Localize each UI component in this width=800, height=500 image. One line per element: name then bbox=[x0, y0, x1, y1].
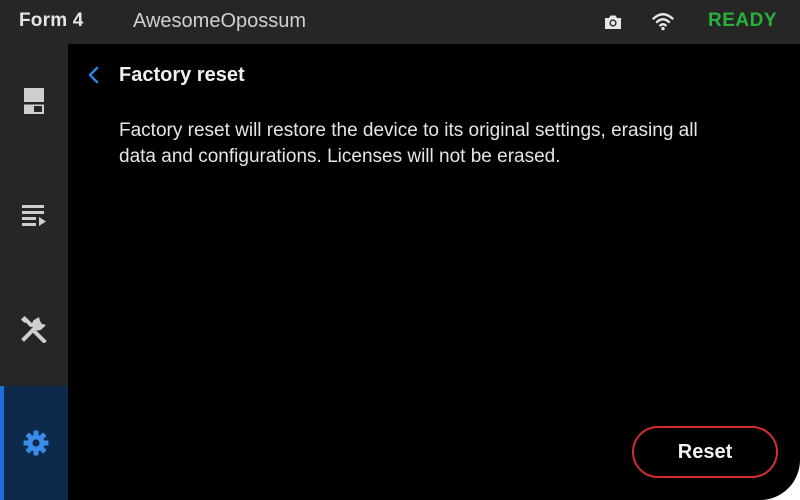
sidebar bbox=[0, 44, 68, 500]
status-bar: Form 4 AwesomeOpossum READY bbox=[0, 0, 800, 44]
sidebar-item-settings[interactable] bbox=[0, 386, 68, 500]
page-title: Factory reset bbox=[119, 64, 245, 86]
printer-model: Form 4 bbox=[19, 10, 84, 31]
camera-icon[interactable] bbox=[603, 12, 623, 32]
sidebar-item-tools[interactable] bbox=[0, 272, 68, 386]
sidebar-item-printer[interactable] bbox=[0, 44, 68, 158]
sidebar-item-queue[interactable] bbox=[0, 158, 68, 272]
reset-button[interactable]: Reset bbox=[632, 426, 778, 478]
main-content: Factory reset Factory reset will restore… bbox=[68, 44, 800, 500]
reset-description: Factory reset will restore the device to… bbox=[119, 120, 698, 167]
status-badge: READY bbox=[708, 10, 778, 31]
device-screen: Form 4 AwesomeOpossum READY Factory rese… bbox=[0, 0, 800, 500]
tools-icon bbox=[20, 315, 47, 343]
wifi-icon bbox=[652, 13, 674, 31]
back-chevron-icon[interactable] bbox=[84, 64, 104, 86]
printer-icon bbox=[24, 88, 44, 114]
queue-icon bbox=[22, 205, 46, 226]
gear-icon bbox=[23, 430, 49, 456]
printer-name: AwesomeOpossum bbox=[133, 10, 307, 32]
